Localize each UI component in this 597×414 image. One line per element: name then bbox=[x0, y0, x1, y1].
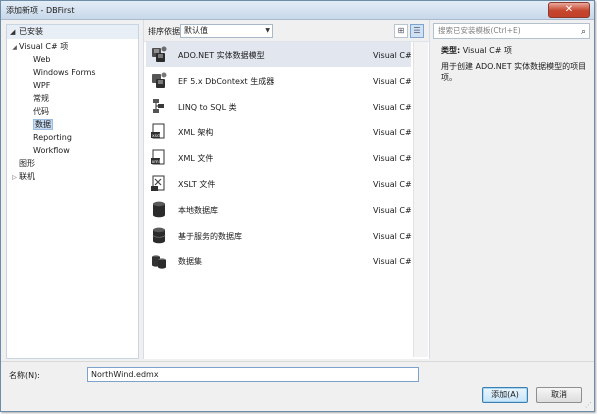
grid-view-button[interactable]: ⊞ bbox=[394, 24, 408, 38]
add-button[interactable]: 添加(A) bbox=[482, 387, 528, 403]
template-row[interactable]: 本地数据库 Visual C# 项 bbox=[146, 197, 422, 222]
tree-item-label: Reporting bbox=[33, 133, 72, 142]
template-name: XSLT 文件 bbox=[178, 179, 216, 189]
template-name: LINQ to SQL 类 bbox=[178, 102, 237, 112]
dropdown-arrow-icon: ▼ bbox=[265, 27, 270, 34]
category-tree-panel: ◢ 已安装 ◢ Visual C# 项 Web Windows Forms WPF 常规代码… bbox=[6, 24, 139, 359]
add-new-item-dialog: 添加新项 - DBFirst ✕ ◢ 已安装 ◢ Visual C# 项 Web Win… bbox=[0, 0, 595, 412]
template-list-scrollbar[interactable] bbox=[413, 42, 428, 357]
local-database-icon bbox=[150, 200, 168, 219]
svg-text:xsd: xsd bbox=[152, 133, 160, 139]
tree-item-label: Web bbox=[33, 55, 51, 64]
tree-item-label: 数据 bbox=[33, 119, 53, 130]
xml-schema-icon: xsd bbox=[150, 122, 168, 141]
resize-grip-icon[interactable]: ⋰ bbox=[585, 401, 592, 409]
tree-item-label: WPF bbox=[33, 81, 51, 90]
template-name: 本地数据库 bbox=[178, 205, 218, 215]
template-list-panel: 排序依据: 默认值 ▼ ⊞ ☰ ADO.NET 实体数据模型 Visual C# … bbox=[143, 20, 430, 359]
tree-item-label: 图形 bbox=[19, 159, 35, 168]
cancel-button[interactable]: 取消 bbox=[536, 387, 582, 403]
tree-item[interactable]: ▷ 联机 bbox=[7, 170, 138, 183]
item-type-label: 类型: bbox=[441, 46, 461, 55]
template-name: ADO.NET 实体数据模型 bbox=[178, 51, 265, 60]
tree-item-label: Workflow bbox=[33, 146, 70, 155]
search-placeholder: 搜索已安装模板(Ctrl+E) bbox=[438, 26, 521, 35]
sort-dropdown[interactable]: 默认值 ▼ bbox=[180, 24, 273, 38]
tree-item[interactable]: Windows Forms bbox=[7, 66, 138, 79]
search-templates-input[interactable]: 搜索已安装模板(Ctrl+E) ⌕ bbox=[433, 23, 590, 39]
tree-item[interactable]: 代码 bbox=[7, 105, 138, 118]
window-title: 添加新项 - DBFirst bbox=[6, 6, 75, 15]
entity-model-icon bbox=[150, 45, 168, 64]
sort-label: 排序依据: bbox=[148, 27, 183, 36]
tree-item[interactable]: WPF bbox=[7, 79, 138, 92]
template-name: XML 文件 bbox=[178, 154, 214, 164]
svg-text:xml: xml bbox=[152, 159, 160, 165]
search-icon[interactable]: ⌕ bbox=[581, 25, 586, 39]
title-bar[interactable]: 添加新项 - DBFirst ✕ bbox=[1, 1, 594, 20]
item-description: 用于创建 ADO.NET 实体数据模型的项目项。 bbox=[441, 62, 587, 82]
installed-header[interactable]: ◢ 已安装 bbox=[7, 25, 138, 39]
tree-item[interactable]: ◢ Visual C# 项 bbox=[7, 40, 138, 53]
template-row[interactable]: xml XML 文件 Visual C# 项 bbox=[146, 145, 422, 170]
template-row[interactable]: ADO.NET 实体数据模型 Visual C# 项 bbox=[146, 42, 422, 67]
collapse-triangle-icon: ◢ bbox=[10, 28, 16, 36]
collapsed-triangle-icon[interactable]: ▷ bbox=[10, 171, 19, 184]
tree-item[interactable]: 常规 bbox=[7, 92, 138, 105]
name-field-label: 名称(N): bbox=[9, 371, 40, 380]
category-tree: ◢ Visual C# 项 Web Windows Forms WPF 常规代码数据 Rep… bbox=[7, 39, 138, 183]
item-type-value: Visual C# 项 bbox=[462, 46, 513, 55]
service-database-icon bbox=[150, 226, 168, 245]
template-name: 数据集 bbox=[178, 257, 202, 267]
xml-file-icon: xml bbox=[150, 148, 168, 167]
template-name: 基于服务的数据库 bbox=[178, 231, 242, 241]
tree-item-label: 代码 bbox=[33, 107, 49, 116]
name-field-input[interactable]: NorthWind.edmx bbox=[87, 367, 419, 382]
details-panel: 搜索已安装模板(Ctrl+E) ⌕ 类型: Visual C# 项 用于创建 A… bbox=[431, 20, 594, 359]
template-row[interactable]: LINQ to SQL 类 Visual C# 项 bbox=[146, 94, 422, 119]
tree-item[interactable]: Reporting bbox=[7, 131, 138, 144]
dbcontext-generator-icon bbox=[150, 71, 168, 90]
linq-to-sql-icon bbox=[150, 97, 168, 116]
expanded-triangle-icon[interactable]: ◢ bbox=[10, 41, 19, 54]
tree-item-label: 联机 bbox=[19, 172, 35, 181]
list-view-icon: ☰ bbox=[413, 26, 421, 35]
tree-item-label: Visual C# 项 bbox=[19, 42, 69, 51]
item-type: 类型: Visual C# 项 bbox=[441, 45, 512, 56]
sort-toolbar: 排序依据: 默认值 ▼ ⊞ ☰ bbox=[144, 20, 429, 42]
tree-item-label: Windows Forms bbox=[33, 68, 96, 77]
template-list: ADO.NET 实体数据模型 Visual C# 项 EF 5.x DbContex… bbox=[146, 42, 422, 357]
installed-header-label: 已安装 bbox=[19, 27, 43, 36]
list-view-button[interactable]: ☰ bbox=[410, 24, 424, 38]
xslt-file-icon bbox=[150, 174, 168, 193]
template-name: EF 5.x DbContext 生成器 bbox=[178, 76, 275, 86]
tree-item[interactable]: 数据 bbox=[7, 118, 138, 131]
template-name: XML 架构 bbox=[178, 128, 214, 138]
template-row[interactable]: xsd XML 架构 Visual C# 项 bbox=[146, 119, 422, 144]
template-row[interactable]: EF 5.x DbContext 生成器 Visual C# 项 bbox=[146, 68, 422, 93]
template-row[interactable]: XSLT 文件 Visual C# 项 bbox=[146, 171, 422, 196]
close-button[interactable]: ✕ bbox=[548, 2, 590, 18]
bottom-divider bbox=[1, 361, 594, 362]
template-row[interactable]: 基于服务的数据库 Visual C# 项 bbox=[146, 223, 422, 248]
tree-item[interactable]: Web bbox=[7, 53, 138, 66]
dataset-icon bbox=[150, 251, 168, 270]
grid-view-icon: ⊞ bbox=[397, 26, 405, 35]
template-row[interactable]: 数据集 Visual C# 项 bbox=[146, 248, 422, 273]
sort-dropdown-value: 默认值 bbox=[184, 26, 208, 35]
tree-item[interactable]: Workflow bbox=[7, 144, 138, 157]
tree-item-label: 常规 bbox=[33, 94, 49, 103]
tree-item[interactable]: 图形 bbox=[7, 157, 138, 170]
